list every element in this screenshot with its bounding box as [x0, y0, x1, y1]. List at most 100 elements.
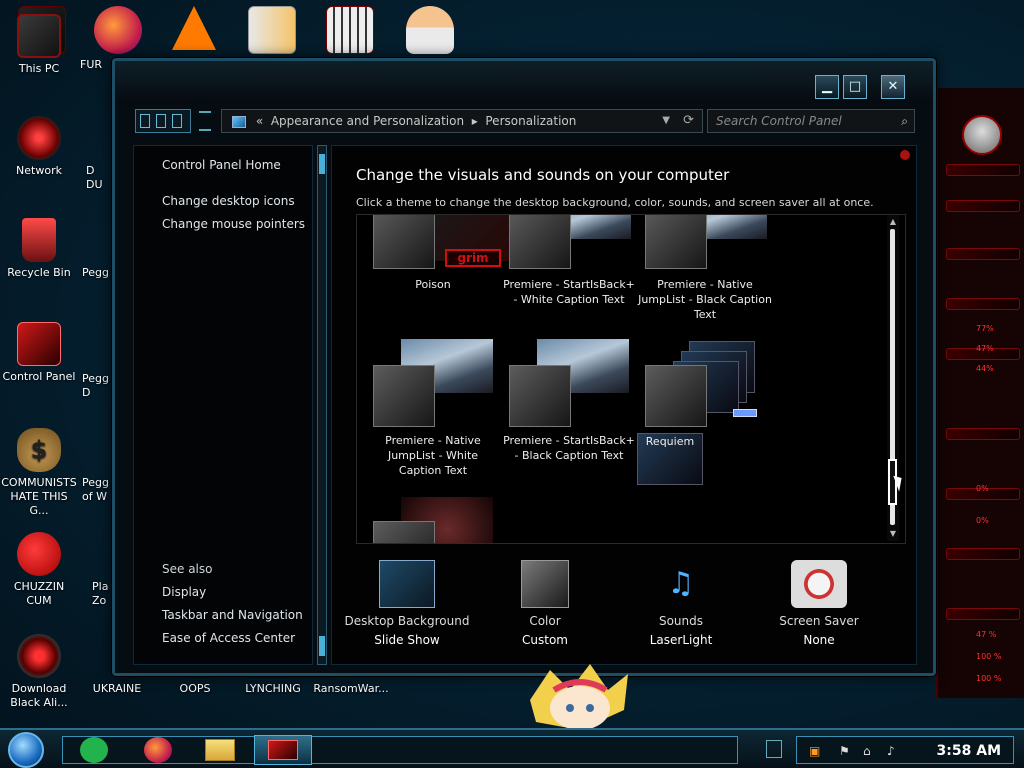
start-button[interactable] — [8, 732, 44, 768]
sidebar-link-change-desktop-icons[interactable]: Change desktop icons — [162, 194, 295, 208]
scroll-down-icon[interactable]: ▼ — [888, 529, 898, 539]
maze-icon[interactable] — [326, 6, 374, 54]
doctor-icon[interactable] — [406, 6, 454, 54]
desktop-icon-pegg2[interactable]: Pegg D — [82, 372, 112, 400]
minimize-button[interactable]: ▁ — [815, 75, 839, 99]
desktop-background-icon — [379, 560, 435, 608]
sidebar-link-control-panel-home[interactable]: Control Panel Home — [162, 158, 281, 172]
sidebar-link-display[interactable]: Display — [162, 585, 206, 599]
firefox-icon — [144, 737, 172, 763]
desktop-icon-d-du[interactable]: D DU — [86, 164, 112, 192]
desktop-icon-pla[interactable]: Pla Zo — [92, 580, 114, 608]
search-icon[interactable]: ⌕ — [901, 110, 908, 132]
notes-icon — [80, 737, 108, 763]
show-desktop-icon[interactable] — [766, 740, 782, 758]
gadget-percent: 44% — [976, 364, 994, 373]
forward-icon[interactable] — [156, 114, 166, 128]
theme-premiere-jl-black[interactable]: Premiere - Native JumpList - Black Capti… — [637, 215, 773, 327]
desktop-icon-chuzzin[interactable]: CHUZZIN CUM — [0, 532, 78, 608]
refresh-icon[interactable]: ⟳ — [683, 110, 694, 132]
navigation-buttons[interactable] — [135, 109, 191, 133]
gadget-percent: 100 % — [976, 652, 1002, 661]
desktop-icon-pegg1[interactable]: Pegg — [82, 266, 112, 280]
recent-icon[interactable] — [172, 114, 182, 128]
flag-icon[interactable]: ⚑ — [839, 744, 850, 758]
grim-logo-icon: grim — [445, 249, 501, 267]
control-panel-icon — [232, 115, 246, 128]
sounds-setting[interactable]: ♫ Sounds LaserLight — [616, 560, 746, 647]
taskbar-firefox[interactable] — [138, 735, 178, 765]
desktop-background-setting[interactable]: Desktop Background Slide Show — [342, 560, 472, 647]
volume-icon[interactable]: ♪ — [887, 744, 895, 758]
download-icon — [17, 634, 61, 678]
theme-poison[interactable]: grim Poison — [365, 215, 513, 327]
vlc-icon[interactable] — [172, 6, 216, 50]
title-bar[interactable]: ▁ □ ✕ — [115, 61, 933, 103]
setting-label: Color — [529, 614, 561, 628]
desktop-icon-communists[interactable]: $ COMMUNISTS HATE THIS G... — [0, 428, 78, 518]
desktop-icon-this-pc[interactable]: This PC — [0, 14, 78, 76]
theme-color-swatch — [373, 365, 435, 427]
breadcrumb-personalization[interactable]: Personalization — [485, 114, 576, 128]
maximize-button[interactable]: □ — [843, 75, 867, 99]
desktop-icon-lynching[interactable]: LYNCHING — [234, 682, 312, 696]
theme-premiere-sib-black[interactable]: Premiere - StartIsBack+ - Black Caption … — [501, 339, 637, 475]
theme-requiem[interactable]: Requiem — [637, 339, 773, 485]
menu-icon[interactable] — [199, 111, 211, 131]
color-setting[interactable]: Color Custom — [480, 560, 610, 647]
setting-value: None — [803, 633, 835, 647]
sidebar-link-change-mouse-pointers[interactable]: Change mouse pointers — [162, 217, 305, 231]
setting-label: Sounds — [658, 614, 704, 628]
desktop-icon-label: Download Black Ali... — [10, 682, 68, 709]
pc-icon — [17, 14, 61, 58]
gadget-percent: 0% — [976, 484, 989, 493]
theme-label: Premiere - StartIsBack+ - White Caption … — [503, 278, 635, 306]
firefox-icon[interactable] — [94, 6, 142, 54]
scroll-up-icon[interactable]: ▲ — [888, 217, 898, 227]
desktop-icon-ukraine[interactable]: UKRAINE — [78, 682, 156, 696]
desktop-icon-pegg3[interactable]: Pegg of W — [82, 476, 112, 504]
tray-app-icon[interactable]: ▣ — [809, 744, 820, 758]
sidebar-scrollbar[interactable] — [317, 145, 327, 665]
theme-list-scrollbar[interactable]: ▲ ▼ — [887, 215, 899, 541]
scroll-handle-top[interactable] — [319, 154, 325, 174]
screen-saver-setting[interactable]: Screen Saver None — [754, 560, 884, 647]
breadcrumb-appearance[interactable]: Appearance and Personalization — [271, 114, 464, 128]
help-icon[interactable] — [900, 150, 910, 160]
close-button[interactable]: ✕ — [881, 75, 905, 99]
folder-icon — [205, 739, 235, 761]
taskbar-notes-app[interactable] — [74, 735, 114, 765]
recycle-bin-icon — [22, 218, 56, 262]
search-input[interactable]: Search Control Panel ⌕ — [707, 109, 915, 133]
desktop-icon-recycle-bin[interactable]: Recycle Bin — [0, 218, 78, 280]
network-icon[interactable]: ⌂ — [863, 744, 871, 758]
theme-premiere-jl-white[interactable]: Premiere - Native JumpList - White Capti… — [365, 339, 501, 477]
address-bar[interactable]: « Appearance and Personalization ▸ Perso… — [221, 109, 703, 133]
sidebar-link-ease-of-access[interactable]: Ease of Access Center — [162, 631, 295, 645]
system-tray: ▣ ⚑ ⌂ ♪ 3:58 AM — [796, 736, 1014, 764]
chevron-down-icon[interactable]: ▼ — [662, 110, 670, 132]
hxd-icon[interactable] — [248, 6, 296, 54]
desktop-icon-control-panel[interactable]: Control Panel — [0, 322, 78, 384]
breadcrumb-separator[interactable]: ▸ — [472, 114, 478, 128]
theme-accent-bar — [733, 409, 757, 417]
sidebar: Control Panel Home Change desktop icons … — [133, 145, 313, 665]
taskbar-file-explorer[interactable] — [200, 735, 240, 765]
desktop-icon-ransomware[interactable]: RansomWar... — [312, 682, 390, 696]
desktop-icon-network[interactable]: Network — [0, 116, 78, 178]
theme-color-swatch — [645, 365, 707, 427]
desktop-icon-oops[interactable]: OOPS — [156, 682, 234, 696]
taskbar-control-panel[interactable] — [254, 735, 312, 765]
desktop-icon-download[interactable]: Download Black Ali... — [0, 634, 78, 710]
setting-label: Desktop Background — [344, 614, 470, 628]
address-row: « Appearance and Personalization ▸ Perso… — [135, 109, 917, 135]
breadcrumb-prefix[interactable]: « — [256, 114, 263, 128]
desktop-icon-fur[interactable]: FUR — [80, 58, 112, 72]
network-icon — [17, 116, 61, 160]
theme-unnamed[interactable] — [365, 497, 501, 543]
back-icon[interactable] — [140, 114, 150, 128]
theme-premiere-sib-white[interactable]: Premiere - StartIsBack+ - White Caption … — [501, 215, 637, 327]
clock[interactable]: 3:58 AM — [937, 743, 1001, 759]
scroll-handle-bottom[interactable] — [319, 636, 325, 656]
sidebar-link-taskbar-navigation[interactable]: Taskbar and Navigation — [162, 608, 303, 622]
